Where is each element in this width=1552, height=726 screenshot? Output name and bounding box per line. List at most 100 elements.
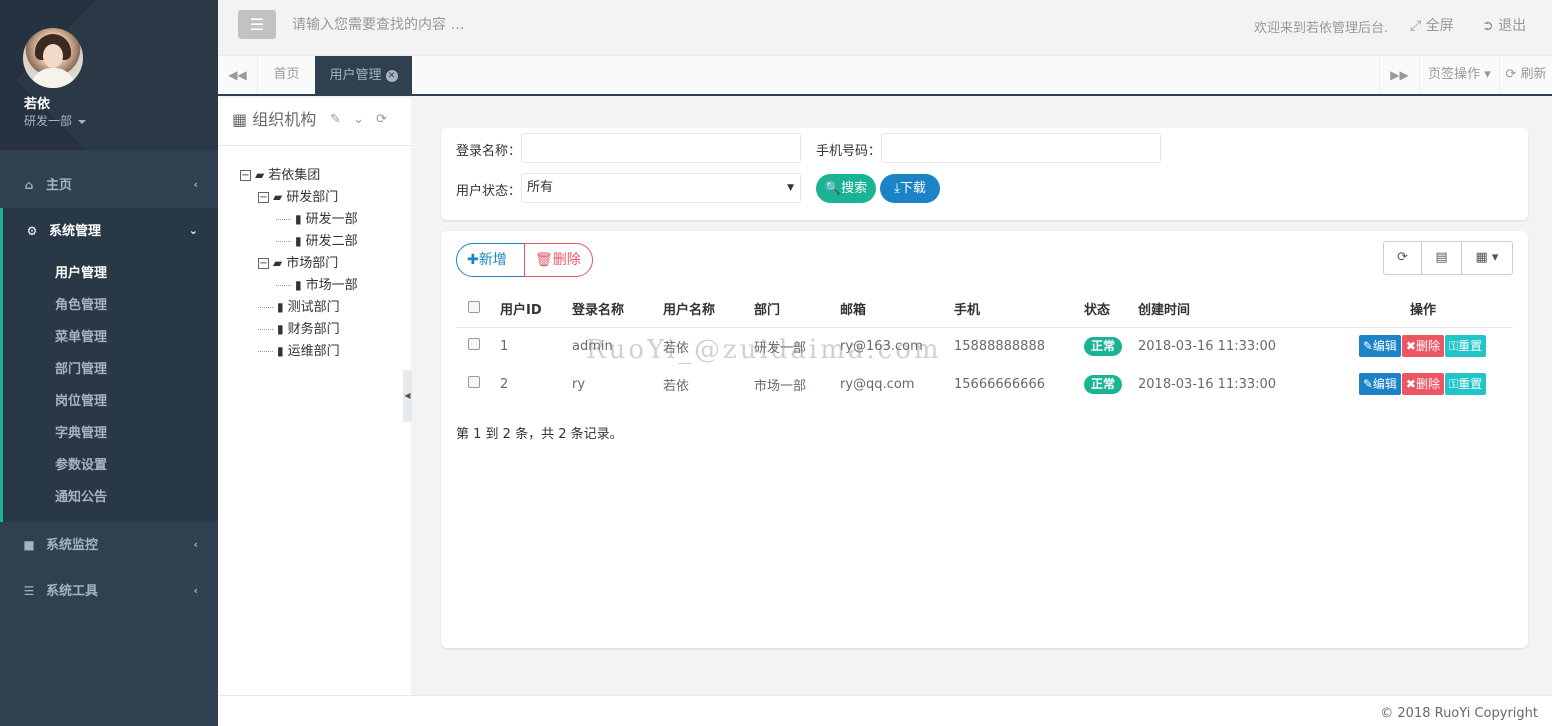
- tree-node-label[interactable]: 财务部门: [288, 322, 340, 337]
- login-name-input[interactable]: [521, 133, 801, 163]
- table-row[interactable]: 2 ry 若依 市场一部 ry@qq.com 15666666666 正常 2018-03-1…: [456, 365, 1513, 403]
- col-header-phone[interactable]: 手机: [954, 291, 1074, 328]
- remove-icon: ✖: [1405, 377, 1416, 391]
- edit-icon[interactable]: ✎: [330, 112, 341, 127]
- toggle-view-icon[interactable]: ▤: [1422, 242, 1462, 274]
- submenu-item-users[interactable]: 用户管理: [3, 258, 218, 290]
- submenu-item-dicts[interactable]: 字典管理: [3, 418, 218, 450]
- col-header-login[interactable]: 登录名称: [572, 291, 663, 328]
- search-icon: 🔍: [824, 181, 842, 196]
- pagination-info: 第 1 到 2 条，共 2 条记录。: [456, 427, 623, 442]
- col-header-status[interactable]: 状态: [1074, 291, 1138, 328]
- tree-node[interactable]: ▮ 财务部门: [240, 318, 358, 340]
- submenu-item-params[interactable]: 参数设置: [3, 450, 218, 482]
- cell-created: 2018-03-16 11:33:00: [1138, 338, 1277, 354]
- tab-home[interactable]: 首页: [258, 56, 315, 94]
- reset-password-button[interactable]: ⚿重置: [1445, 373, 1487, 395]
- tab-label: 用户管理: [329, 68, 382, 83]
- row-checkbox[interactable]: [456, 365, 500, 403]
- col-header-created[interactable]: 创建时间: [1138, 291, 1333, 328]
- reset-password-button[interactable]: ⚿重置: [1445, 335, 1487, 358]
- sidebar-item-home[interactable]: ⌂ 主页 ‹: [0, 162, 218, 208]
- tree-node[interactable]: ▮ 研发一部: [240, 208, 358, 230]
- user-dept-dropdown[interactable]: 研发一部: [24, 112, 87, 129]
- video-icon: ■: [23, 538, 35, 552]
- tree-node-label[interactable]: 研发一部: [306, 212, 358, 227]
- tree-node-label[interactable]: 若依集团: [268, 168, 320, 183]
- tab-scroll-right-button[interactable]: ▶▶: [1379, 56, 1419, 94]
- search-button[interactable]: 🔍搜索: [816, 174, 876, 203]
- download-button[interactable]: ⤓下载: [880, 174, 940, 203]
- tree-node-label[interactable]: 研发二部: [306, 234, 358, 249]
- chevron-down-icon[interactable]: ⌄: [353, 112, 364, 127]
- cell-status: 正常: [1074, 365, 1138, 403]
- tree-node[interactable]: ▮ 运维部门: [240, 340, 358, 362]
- status-select[interactable]: 所有 ▼: [521, 173, 801, 203]
- sidebar-item-system[interactable]: ⚙ 系统管理 ⌄: [0, 208, 218, 254]
- folder-open-icon: ▰: [255, 168, 265, 182]
- col-header-email[interactable]: 邮箱: [840, 291, 954, 328]
- col-header-id[interactable]: 用户ID: [500, 291, 572, 328]
- collapse-switch-icon[interactable]: −: [258, 192, 269, 203]
- tree-node[interactable]: − ▰ 研发部门: [240, 186, 358, 208]
- reset-label: 重置: [1458, 339, 1483, 354]
- tree-node[interactable]: ▮ 市场一部: [240, 274, 358, 296]
- remove-button[interactable]: ✖删除: [1401, 335, 1444, 358]
- table-row[interactable]: 1 admin 若依 研发一部 ry@163.com 15888888888 正常 2018-…: [456, 327, 1513, 365]
- tree-node-label[interactable]: 市场部门: [286, 256, 338, 271]
- file-icon: ▮: [295, 234, 302, 248]
- col-header-name[interactable]: 用户名称: [663, 291, 754, 328]
- col-header-dept[interactable]: 部门: [754, 291, 840, 328]
- submenu-item-menus[interactable]: 菜单管理: [3, 322, 218, 354]
- refresh-icon[interactable]: ⟳: [1384, 242, 1422, 274]
- tab-refresh-button[interactable]: ⟳ 刷新: [1499, 56, 1552, 94]
- user-dept-label: 研发一部: [24, 114, 73, 128]
- collapse-switch-icon[interactable]: −: [258, 258, 269, 269]
- tree-node[interactable]: ▮ 研发二部: [240, 230, 358, 252]
- tree-node-label[interactable]: 测试部门: [288, 300, 340, 315]
- tree-node-label[interactable]: 研发部门: [286, 190, 338, 205]
- edit-label: 编辑: [1372, 339, 1397, 354]
- tree-node[interactable]: − ▰ 若依集团: [240, 164, 358, 186]
- edit-button[interactable]: ✎编辑: [1358, 335, 1401, 358]
- tab-user-management[interactable]: 用户管理 ✕: [315, 56, 412, 96]
- refresh-icon[interactable]: ⟳: [376, 112, 387, 127]
- edit-button[interactable]: ✎编辑: [1358, 373, 1401, 395]
- refresh-icon: ⟳: [1505, 67, 1521, 82]
- sidebar-item-label: 系统监控: [46, 538, 99, 553]
- fullscreen-button[interactable]: ⤢ 全屏: [1410, 15, 1454, 35]
- tab-bar: ◀◀ 首页 用户管理 ✕ ▶▶ 页签操作 ▾ ⟳ 刷新: [218, 56, 1552, 96]
- tree-node[interactable]: − ▰ 市场部门: [240, 252, 358, 274]
- submenu-item-posts[interactable]: 岗位管理: [3, 386, 218, 418]
- delete-button[interactable]: 🗑删除: [524, 243, 593, 277]
- plus-icon: ✚: [467, 252, 479, 268]
- cell-id: 1: [500, 338, 509, 354]
- submenu-item-depts[interactable]: 部门管理: [3, 354, 218, 386]
- bars-icon: ☰: [23, 584, 35, 598]
- edit-icon: ✎: [1362, 377, 1373, 391]
- tab-scroll-left-button[interactable]: ◀◀: [218, 56, 258, 94]
- submenu-item-roles[interactable]: 角色管理: [3, 290, 218, 322]
- tree-node[interactable]: ▮ 测试部门: [240, 296, 358, 318]
- tree-node-label[interactable]: 运维部门: [288, 344, 340, 359]
- sidebar-item-tools[interactable]: ☰ 系统工具 ‹: [0, 568, 218, 614]
- search-input[interactable]: [284, 12, 584, 38]
- select-all-checkbox[interactable]: [456, 291, 500, 328]
- tab-operations-dropdown[interactable]: 页签操作 ▾: [1419, 56, 1499, 94]
- collapse-handle[interactable]: ◀: [403, 370, 412, 422]
- add-button[interactable]: ✚新增: [456, 243, 525, 277]
- expand-icon: ⤢: [1410, 18, 1426, 34]
- row-checkbox[interactable]: [456, 327, 500, 365]
- remove-button[interactable]: ✖删除: [1401, 373, 1444, 395]
- sidebar-item-monitor[interactable]: ■ 系统监控 ‹: [0, 522, 218, 568]
- menu-toggle-button[interactable]: ☰: [238, 10, 276, 39]
- columns-icon[interactable]: ▦ ▾: [1462, 242, 1512, 274]
- collapse-switch-icon[interactable]: −: [240, 170, 251, 181]
- logout-button[interactable]: ➲ 退出: [1482, 15, 1526, 35]
- close-icon[interactable]: ✕: [385, 69, 398, 82]
- submenu-item-notices[interactable]: 通知公告: [3, 482, 218, 514]
- avatar[interactable]: [23, 28, 83, 88]
- sidebar-item-label: 系统管理: [49, 224, 102, 239]
- phone-input[interactable]: [881, 133, 1161, 163]
- tree-node-label[interactable]: 市场一部: [306, 278, 358, 293]
